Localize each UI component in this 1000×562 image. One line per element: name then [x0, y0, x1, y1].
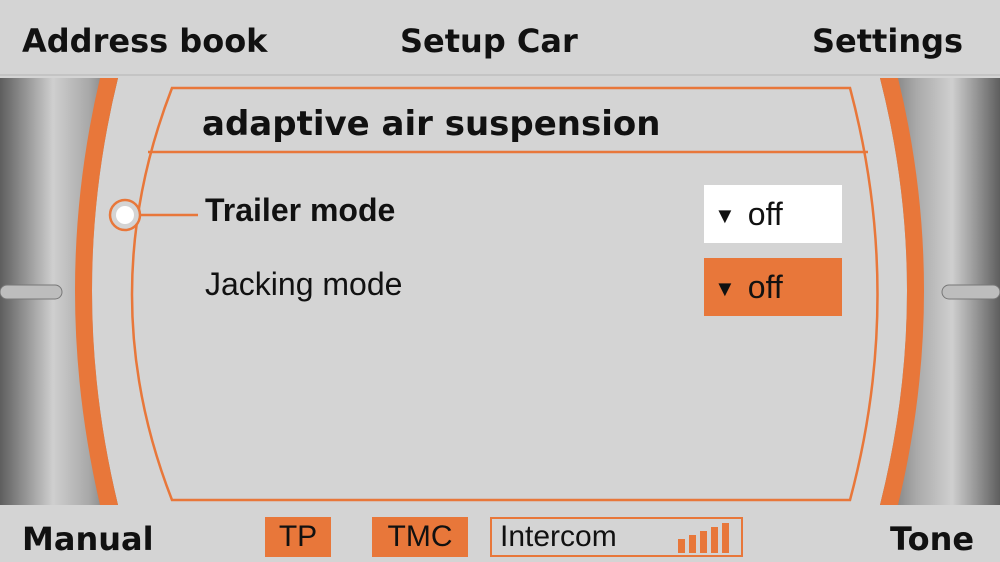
softkey-setup-car[interactable]: Setup Car — [400, 22, 578, 60]
dropdown-arrow-icon: ▼ — [714, 203, 736, 228]
tp-badge: TP — [265, 517, 331, 557]
intercom-label: Intercom — [500, 520, 617, 553]
mmi-frame — [0, 74, 1000, 505]
softkey-manual[interactable]: Manual — [22, 520, 154, 558]
intercom-status: Intercom — [490, 517, 743, 557]
tmc-badge: TMC — [372, 517, 468, 557]
softkey-address-book[interactable]: Address book — [22, 22, 267, 60]
signal-strength-icon — [678, 523, 729, 553]
trailer-mode-value: off — [747, 195, 783, 232]
softkey-tone[interactable]: Tone — [890, 520, 974, 558]
jacking-mode-label[interactable]: Jacking mode — [205, 266, 402, 303]
trailer-mode-dropdown[interactable]: ▼ off — [704, 185, 842, 243]
page-title: adaptive air suspension — [202, 104, 661, 144]
softkey-settings[interactable]: Settings — [812, 22, 963, 60]
jacking-mode-dropdown[interactable]: ▼ off — [704, 258, 842, 316]
dropdown-arrow-icon: ▼ — [714, 276, 736, 301]
trailer-mode-label[interactable]: Trailer mode — [205, 192, 395, 229]
jacking-mode-value: off — [747, 268, 783, 305]
